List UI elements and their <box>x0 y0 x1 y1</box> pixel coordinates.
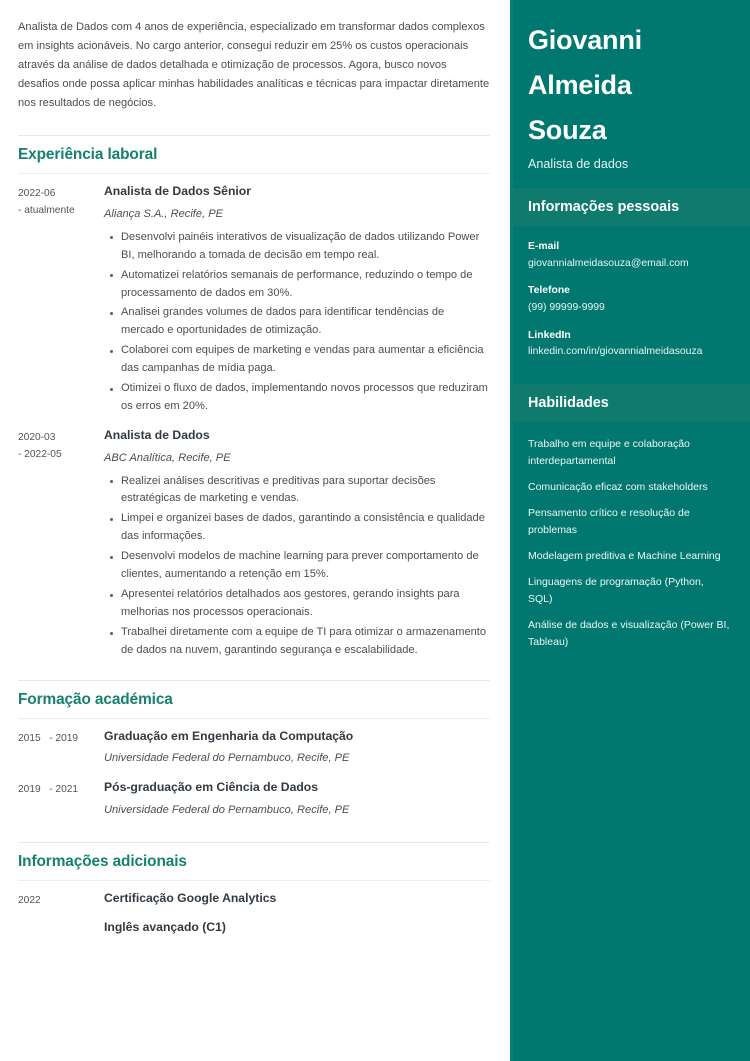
entry-bullet-list: Desenvolvi painéis interativos de visual… <box>104 229 490 417</box>
entry-date-start: 2022-06 <box>18 188 56 200</box>
entry-body: Graduação em Engenharia da Computação Un… <box>104 729 490 766</box>
list-item: Desenvolvi modelos de machine learning p… <box>110 548 490 584</box>
section-education: Formação académica 2015 - 2019 Graduação… <box>18 680 490 817</box>
entry-school: Universidade Federal do Pernambuco, Reci… <box>104 752 350 765</box>
name-line-last: Souza <box>528 114 607 145</box>
entry-body: Pós-graduação em Ciência de Dados Univer… <box>104 780 490 817</box>
entry-bullet-list: Realizei análises descritivas e preditiv… <box>104 473 490 661</box>
list-item: Linguagens de programação (Python, SQL) <box>528 576 704 606</box>
sidebar: Giovanni Almeida Souza Analista de dados… <box>510 0 750 1061</box>
additional-item-label: Inglês avançado (C1) <box>104 919 226 934</box>
contact-label: Telefone <box>528 285 570 297</box>
sidebar-title-personal-info: Informações pessoais <box>528 199 680 216</box>
list-item: Limpei e organizei bases de dados, garan… <box>110 510 490 546</box>
list-item: Desenvolvi painéis interativos de visual… <box>110 229 490 265</box>
contact-item-phone: Telefone (99) 99999-9999 <box>528 283 730 315</box>
entry-degree-title: Pós-graduação em Ciência de Dados <box>104 780 319 795</box>
contact-label: LinkedIn <box>528 329 571 341</box>
section-additional-info: Informações adicionais 2022 Certificação… <box>18 841 490 936</box>
entry-date-end: - 2019 <box>49 733 79 745</box>
list-item: Trabalhei diretamente com a equipe de TI… <box>110 624 490 660</box>
contact-item-email: E-mail giovannialmeidasouza@email.com <box>528 239 730 271</box>
entry-organization: ABC Analítica, Recife, PE <box>104 451 231 464</box>
entry-date-end: - 2022-05 <box>18 448 62 460</box>
entry-degree-title: Graduação em Engenharia da Computação <box>104 729 354 744</box>
candidate-name: Giovanni Almeida Souza <box>528 18 730 152</box>
name-line-middle: Almeida <box>528 69 632 100</box>
candidate-job-title: Analista de dados <box>528 157 629 172</box>
experience-entry: 2022-06 - atualmente Analista de Dados S… <box>18 184 490 418</box>
list-item: Apresentei relatórios detalhados aos ges… <box>110 586 490 622</box>
entry-role-title: Analista de Dados Sênior <box>104 184 251 199</box>
contact-value-phone[interactable]: (99) 99999-9999 <box>528 300 730 316</box>
entry-date-range: 2020-03 - 2022-05 <box>18 428 104 463</box>
sidebar-band-skills: Habilidades <box>510 383 750 423</box>
list-item: Análise de dados e visualização (Power B… <box>528 619 730 649</box>
section-divider-bottom <box>18 879 490 881</box>
professional-summary: Analista de Dados com 4 anos de experiên… <box>18 21 490 110</box>
main-column: Analista de Dados com 4 anos de experiên… <box>0 0 510 1061</box>
entry-date-range: 2015 - 2019 <box>18 729 104 748</box>
education-entry: 2019 - 2021 Pós-graduação em Ciência de … <box>18 780 490 817</box>
sidebar-header: Giovanni Almeida Souza Analista de dados <box>510 0 750 188</box>
list-item: Colaborei com equipes de marketing e ven… <box>110 342 490 378</box>
entry-date-end: - atualmente <box>18 204 75 216</box>
name-line-first: Giovanni <box>528 25 642 55</box>
section-title-education: Formação académica <box>18 691 173 709</box>
section-divider-top <box>18 680 490 682</box>
sidebar-left-accent-strip <box>510 0 513 1061</box>
section-experience: Experiência laboral 2022-06 - atualmente… <box>18 135 490 662</box>
section-divider-bottom <box>18 173 490 175</box>
entry-date-end: - 2021 <box>49 784 79 796</box>
list-item: Analisei grandes volumes de dados para i… <box>110 304 490 340</box>
education-entry: 2015 - 2019 Graduação em Engenharia da C… <box>18 729 490 766</box>
list-item: Otimizei o fluxo de dados, implementando… <box>110 380 490 416</box>
contact-label: E-mail <box>528 241 560 253</box>
entry-organization: Aliança S.A., Recife, PE <box>104 207 224 220</box>
section-divider-top <box>18 841 490 843</box>
list-item: Realizei análises descritivas e preditiv… <box>110 473 490 509</box>
entry-date-range: 2022-06 - atualmente <box>18 184 104 219</box>
contact-value-email[interactable]: giovannialmeidasouza@email.com <box>528 256 730 272</box>
entry-date: 2022 <box>18 894 41 906</box>
list-item: Modelagem preditiva e Machine Learning <box>528 550 721 563</box>
entry-date-start: 2015 <box>18 733 41 745</box>
additional-item: Certificação Google Analytics <box>104 891 490 906</box>
entry-school: Universidade Federal do Pernambuco, Reci… <box>104 803 350 816</box>
list-item: Automatizei relatórios semanais de perfo… <box>110 267 490 303</box>
experience-entry: 2020-03 - 2022-05 Analista de Dados ABC … <box>18 428 490 662</box>
contact-item-linkedin: LinkedIn linkedin.com/in/giovannialmeida… <box>528 328 730 360</box>
entry-role-title: Analista de Dados <box>104 428 210 443</box>
additional-item: Inglês avançado (C1) <box>104 920 490 935</box>
entry-date-start: 2019 <box>18 784 41 796</box>
section-title-experience: Experiência laboral <box>18 146 158 164</box>
additional-entry: 2022 Certificação Google Analytics Inglê… <box>18 891 490 936</box>
section-divider-bottom <box>18 718 490 720</box>
personal-info-list: E-mail giovannialmeidasouza@email.com Te… <box>510 226 750 366</box>
section-title-additional: Informações adicionais <box>18 852 187 870</box>
entry-date-range: 2019 - 2021 <box>18 780 104 799</box>
contact-value-linkedin[interactable]: linkedin.com/in/giovannialmeidasouza <box>528 344 730 360</box>
list-item: Trabalho em equipe e colaboração interde… <box>528 438 690 468</box>
additional-item-label: Certificação Google Analytics <box>104 890 277 905</box>
resume-page: Analista de Dados com 4 anos de experiên… <box>0 0 750 1061</box>
skills-list: Trabalho em equipe e colaboração interde… <box>510 422 750 657</box>
sidebar-title-skills: Habilidades <box>528 394 609 411</box>
list-item: Pensamento crítico e resolução de proble… <box>528 507 690 537</box>
entry-body: Analista de Dados ABC Analítica, Recife,… <box>104 428 490 662</box>
entry-body: Analista de Dados Sênior Aliança S.A., R… <box>104 184 490 418</box>
entry-date-start: 2020-03 <box>18 432 56 444</box>
entry-body: Certificação Google Analytics Inglês ava… <box>104 891 490 936</box>
sidebar-band-personal-info: Informações pessoais <box>510 188 750 227</box>
list-item: Comunicação eficaz com stakeholders <box>528 481 708 494</box>
section-divider-top <box>18 135 490 137</box>
